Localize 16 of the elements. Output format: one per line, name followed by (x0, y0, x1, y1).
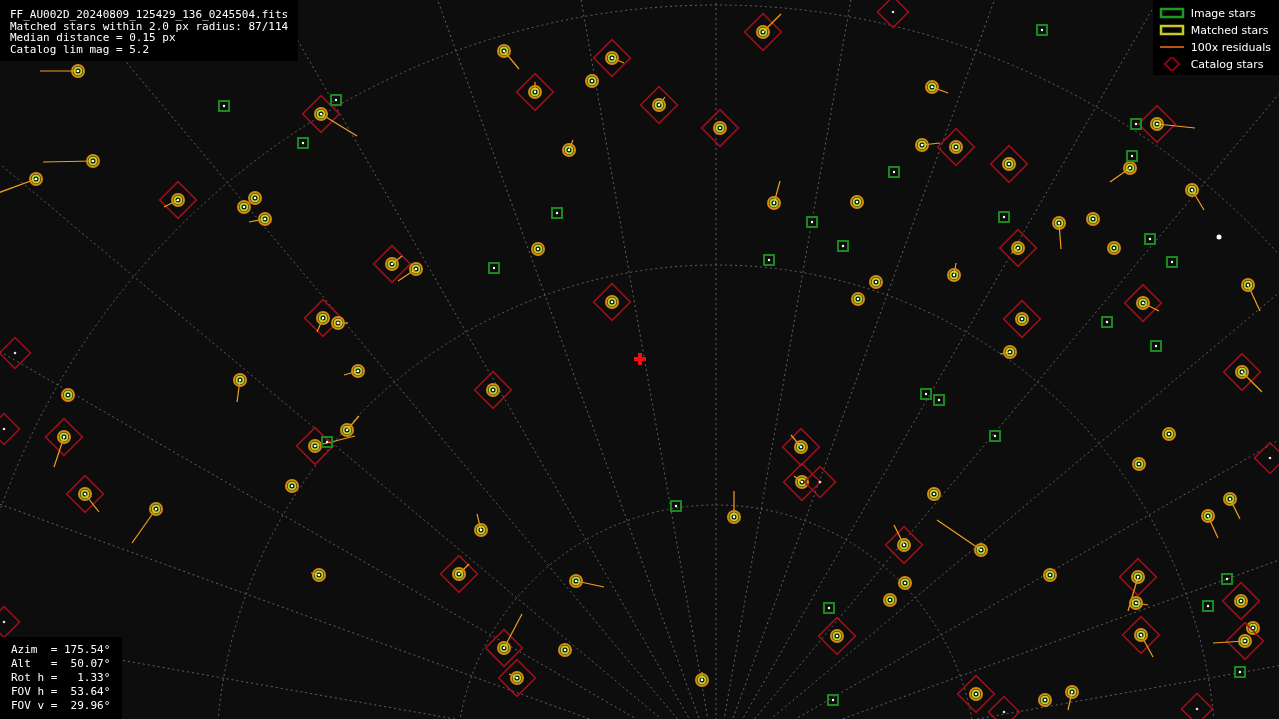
info-line: Matched stars within 2.0 px radius: 87/114 (10, 20, 289, 32)
pointing-line: Rot h = 1.33° (11, 671, 111, 685)
pointing-line: FOV v = 29.96° (11, 699, 111, 713)
legend-label: Catalog stars (1190, 57, 1264, 71)
square-icon (1158, 6, 1185, 20)
square-icon (1158, 23, 1185, 37)
pointing-line: Azim = 175.54° (11, 643, 111, 657)
info-line: Median distance = 0.15 px (10, 32, 176, 44)
pointing-line: Alt = 50.07° (11, 657, 111, 671)
pointing-line: FOV h = 53.64° (11, 685, 111, 699)
info-line: FF_AU002D_20240809_125429_136_0245504.fits (10, 9, 289, 21)
info-line: Catalog lim mag = 5.2 (10, 43, 151, 55)
crosshair-icon (634, 353, 646, 365)
legend-label: Matched stars (1190, 23, 1269, 37)
legend-label: 100x residuals (1190, 40, 1271, 54)
legend-label: Image stars (1190, 6, 1256, 20)
